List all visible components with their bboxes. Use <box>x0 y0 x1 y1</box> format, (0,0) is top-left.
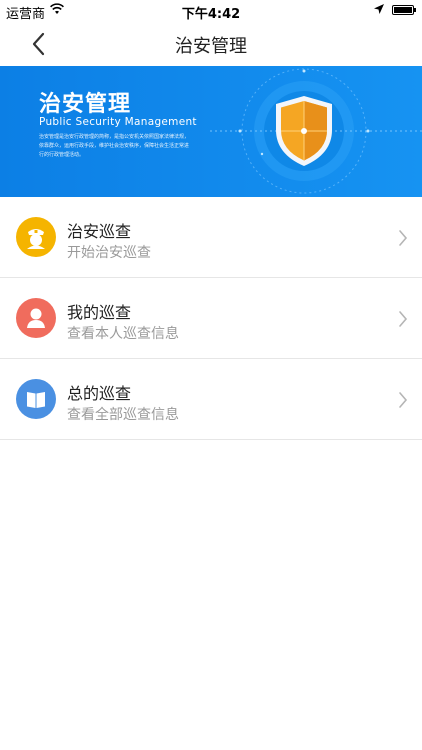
page-title: 治安管理 <box>175 36 247 57</box>
book-icon <box>16 379 56 419</box>
police-officer-icon <box>16 217 56 257</box>
menu-item-title: 我的巡查 <box>67 303 132 322</box>
menu-item-title: 总的巡查 <box>67 384 132 403</box>
menu-item-patrol-start[interactable]: 治安巡查 开始治安巡查 <box>0 197 422 278</box>
menu-item-title: 治安巡查 <box>67 222 132 241</box>
menu-list: 治安巡查 开始治安巡查 我的巡查 查看本人巡查信息 总的巡查 查看全部巡查信息 <box>0 197 422 440</box>
navigation-bar: 治安管理 <box>0 22 422 66</box>
battery-icon <box>392 5 416 15</box>
location-arrow-icon <box>374 4 384 14</box>
status-bar: 运营商 下午4:42 <box>0 0 422 22</box>
menu-item-my-patrol[interactable]: 我的巡查 查看本人巡查信息 <box>0 278 422 359</box>
banner-title: 治安管理 <box>39 92 132 117</box>
menu-item-subtitle: 查看全部巡查信息 <box>67 407 179 423</box>
chevron-right-icon <box>399 311 408 327</box>
status-time: 下午4:42 <box>181 7 241 22</box>
menu-item-all-patrol[interactable]: 总的巡查 查看全部巡查信息 <box>0 359 422 440</box>
banner-description: 治安管理是治安行政管理的简称，是指公安机关依照国家法律法规，依靠群众，运用行政手… <box>39 134 190 158</box>
banner: 治安管理 Public Security Management 治安管理是治安行… <box>0 66 422 197</box>
menu-item-subtitle: 开始治安巡查 <box>67 245 151 261</box>
shield-icon <box>210 68 422 194</box>
menu-item-subtitle: 查看本人巡查信息 <box>67 326 179 342</box>
banner-subtitle: Public Security Management <box>39 116 197 128</box>
chevron-right-icon <box>399 392 408 408</box>
chevron-right-icon <box>399 230 408 246</box>
user-icon <box>16 298 56 338</box>
